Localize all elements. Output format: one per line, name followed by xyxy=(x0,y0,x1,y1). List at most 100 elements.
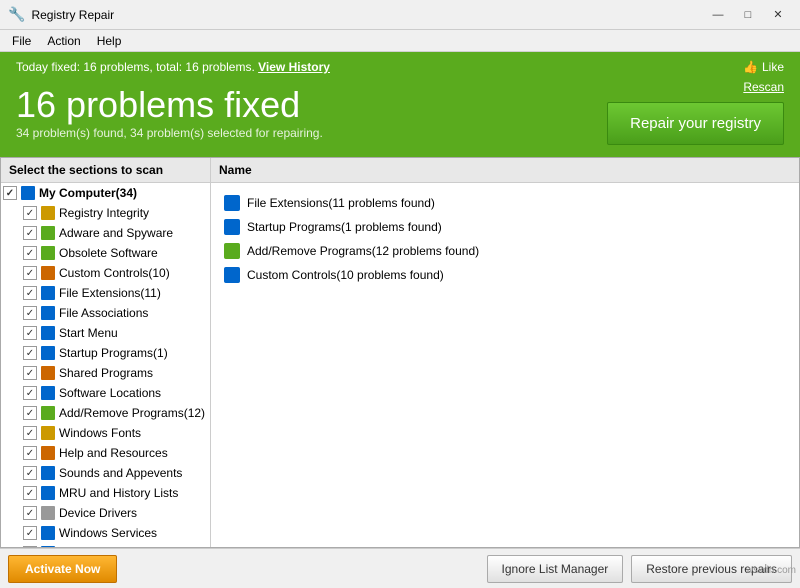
left-panel-item-help-resources[interactable]: ✓ Help and Resources xyxy=(1,443,210,463)
left-panel-item-file-extensions[interactable]: ✓File Extensions(11) xyxy=(1,283,210,303)
label-file-associations: File Associations xyxy=(59,306,148,320)
left-panel-item-device-drivers[interactable]: ✓ Device Drivers xyxy=(1,503,210,523)
activate-button[interactable]: Activate Now xyxy=(8,555,117,583)
left-panel-item-software-locations[interactable]: ✓ Software Locations xyxy=(1,383,210,403)
checkbox-file-associations[interactable]: ✓ xyxy=(23,306,37,320)
result-item-add-remove-result[interactable]: Add/Remove Programs(12 problems found) xyxy=(219,239,791,263)
label-adware-spyware: Adware and Spyware xyxy=(59,226,173,240)
icon-file-extensions xyxy=(40,285,56,301)
right-panel: Name File Extensions(11 problems found)S… xyxy=(211,158,799,547)
icon-file-associations xyxy=(40,305,56,321)
left-panel-item-adware-spyware[interactable]: ✓ Adware and Spyware xyxy=(1,223,210,243)
label-virtual-devices: Virtual Devices xyxy=(59,546,139,547)
banner-left: 16 problems fixed 34 problem(s) found, 3… xyxy=(16,85,323,141)
result-item-file-ext-result[interactable]: File Extensions(11 problems found) xyxy=(219,191,791,215)
label-mru-history: MRU and History Lists xyxy=(59,486,178,500)
like-icon: 👍 xyxy=(743,60,758,74)
icon-software-locations xyxy=(40,385,56,401)
minimize-button[interactable]: — xyxy=(704,5,732,25)
icon-windows-services xyxy=(40,525,56,541)
repair-button[interactable]: Repair your registry xyxy=(607,102,784,145)
left-panel-item-virtual-devices[interactable]: ✓ Virtual Devices xyxy=(1,543,210,547)
result-icon-startup-result xyxy=(223,218,241,236)
left-panel-item-obsolete-software[interactable]: ✓ Obsolete Software xyxy=(1,243,210,263)
left-panel-list: ✓My Computer(34)✓Registry Integrity✓Adwa… xyxy=(1,183,210,547)
left-panel-item-registry-integrity[interactable]: ✓ Registry Integrity xyxy=(1,203,210,223)
close-button[interactable]: ✕ xyxy=(764,5,792,25)
rescan-link[interactable]: Rescan xyxy=(743,80,784,94)
label-registry-integrity: Registry Integrity xyxy=(59,206,149,220)
left-panel: Select the sections to scan ✓My Computer… xyxy=(1,158,211,547)
checkbox-help-resources[interactable]: ✓ xyxy=(23,446,37,460)
label-shared-programs: Shared Programs xyxy=(59,366,153,380)
label-software-locations: Software Locations xyxy=(59,386,161,400)
left-panel-item-sounds-appevents[interactable]: ✓Sounds and Appevents xyxy=(1,463,210,483)
checkbox-custom-controls[interactable]: ✓ xyxy=(23,266,37,280)
result-icon-add-remove-result xyxy=(223,242,241,260)
menu-file[interactable]: File xyxy=(4,32,39,50)
icon-start-menu xyxy=(40,325,56,341)
label-startup-programs: Startup Programs(1) xyxy=(59,346,168,360)
icon-my-computer xyxy=(20,185,36,201)
checkbox-software-locations[interactable]: ✓ xyxy=(23,386,37,400)
result-label-custom-controls-result: Custom Controls(10 problems found) xyxy=(247,268,444,282)
banner-today-text: Today fixed: 16 problems, total: 16 prob… xyxy=(16,60,330,74)
checkbox-start-menu[interactable]: ✓ xyxy=(23,326,37,340)
menu-action[interactable]: Action xyxy=(39,32,88,50)
view-history-link[interactable]: View History xyxy=(258,60,330,74)
checkbox-shared-programs[interactable]: ✓ xyxy=(23,366,37,380)
left-panel-item-mru-history[interactable]: ✓ MRU and History Lists xyxy=(1,483,210,503)
left-panel-item-add-remove[interactable]: ✓ Add/Remove Programs(12) xyxy=(1,403,210,423)
checkbox-virtual-devices[interactable]: ✓ xyxy=(23,546,37,547)
bottom-bar: Activate Now Ignore List Manager Restore… xyxy=(0,548,800,588)
checkbox-adware-spyware[interactable]: ✓ xyxy=(23,226,37,240)
icon-help-resources xyxy=(40,445,56,461)
left-panel-item-windows-fonts[interactable]: ✓ Windows Fonts xyxy=(1,423,210,443)
label-windows-services: Windows Services xyxy=(59,526,157,540)
checkbox-add-remove[interactable]: ✓ xyxy=(23,406,37,420)
label-start-menu: Start Menu xyxy=(59,326,118,340)
result-item-startup-result[interactable]: Startup Programs(1 problems found) xyxy=(219,215,791,239)
left-panel-item-windows-services[interactable]: ✓ Windows Services xyxy=(1,523,210,543)
main-content: Select the sections to scan ✓My Computer… xyxy=(0,157,800,548)
label-windows-fonts: Windows Fonts xyxy=(59,426,141,440)
banner-main: 16 problems fixed 34 problem(s) found, 3… xyxy=(16,80,784,145)
label-help-resources: Help and Resources xyxy=(59,446,168,460)
checkbox-my-computer[interactable]: ✓ xyxy=(3,186,17,200)
checkbox-device-drivers[interactable]: ✓ xyxy=(23,506,37,520)
result-item-custom-controls-result[interactable]: Custom Controls(10 problems found) xyxy=(219,263,791,287)
checkbox-file-extensions[interactable]: ✓ xyxy=(23,286,37,300)
left-panel-item-shared-programs[interactable]: ✓ Shared Programs xyxy=(1,363,210,383)
problems-fixed-title: 16 problems fixed xyxy=(16,85,323,125)
icon-custom-controls xyxy=(40,265,56,281)
checkbox-registry-integrity[interactable]: ✓ xyxy=(23,206,37,220)
icon-registry-integrity xyxy=(40,205,56,221)
checkbox-sounds-appevents[interactable]: ✓ xyxy=(23,466,37,480)
icon-windows-fonts xyxy=(40,425,56,441)
label-device-drivers: Device Drivers xyxy=(59,506,137,520)
left-panel-item-file-associations[interactable]: ✓ File Associations xyxy=(1,303,210,323)
checkbox-mru-history[interactable]: ✓ xyxy=(23,486,37,500)
checkbox-windows-fonts[interactable]: ✓ xyxy=(23,426,37,440)
left-panel-item-start-menu[interactable]: ✓ Start Menu xyxy=(1,323,210,343)
menu-bar: File Action Help xyxy=(0,30,800,52)
result-icon-file-ext-result xyxy=(223,194,241,212)
app-icon: 🔧 xyxy=(8,6,25,23)
left-panel-item-custom-controls[interactable]: ✓Custom Controls(10) xyxy=(1,263,210,283)
like-button[interactable]: 👍 Like xyxy=(743,60,784,74)
checkbox-windows-services[interactable]: ✓ xyxy=(23,526,37,540)
left-panel-header: Select the sections to scan xyxy=(1,158,210,183)
left-panel-item-my-computer[interactable]: ✓My Computer(34) xyxy=(1,183,210,203)
label-add-remove: Add/Remove Programs(12) xyxy=(59,406,205,420)
menu-help[interactable]: Help xyxy=(89,32,130,50)
left-panel-item-startup-programs[interactable]: ✓ Startup Programs(1) xyxy=(1,343,210,363)
maximize-button[interactable]: □ xyxy=(734,5,762,25)
banner-subtitle: 34 problem(s) found, 34 problem(s) selec… xyxy=(16,126,323,140)
label-obsolete-software: Obsolete Software xyxy=(59,246,158,260)
ignore-list-button[interactable]: Ignore List Manager xyxy=(487,555,624,583)
icon-adware-spyware xyxy=(40,225,56,241)
icon-virtual-devices xyxy=(40,545,56,547)
checkbox-obsolete-software[interactable]: ✓ xyxy=(23,246,37,260)
checkbox-startup-programs[interactable]: ✓ xyxy=(23,346,37,360)
result-label-startup-result: Startup Programs(1 problems found) xyxy=(247,220,442,234)
